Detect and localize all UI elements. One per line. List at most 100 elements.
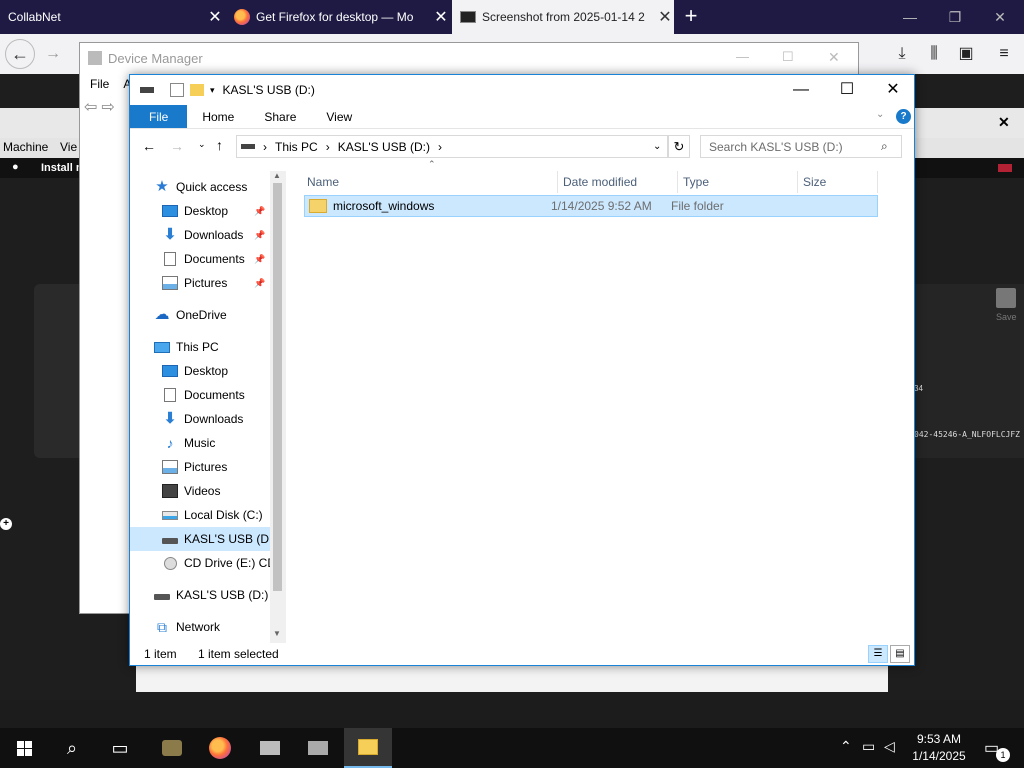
chevron-up-icon[interactable]: ⌃	[840, 738, 852, 755]
nav-item[interactable]: Local Disk (C:)	[130, 503, 270, 527]
chevron-down-icon[interactable]: ⌄	[653, 141, 661, 152]
browser-tab-bar: CollabNet ✕ Get Firefox for desktop — Mo…	[0, 0, 1024, 34]
ribbon-tab-share[interactable]: Share	[249, 105, 311, 128]
nav-item[interactable]: CD Drive (E:) CD	[130, 551, 276, 575]
chevron-up-icon[interactable]: ▲	[273, 171, 281, 180]
nav-item-label: Network	[176, 620, 221, 634]
scrollbar-thumb[interactable]	[273, 183, 282, 591]
browser-tab-active[interactable]: Screenshot from 2025-01-14 2 ✕	[452, 0, 674, 34]
new-tab-button[interactable]: +	[680, 4, 702, 30]
breadcrumb-usb[interactable]: KASL'S USB (D:)	[338, 140, 430, 154]
forward-icon[interactable]: ⇨	[101, 97, 114, 117]
up-arrow-icon[interactable]: ↑	[216, 137, 223, 153]
tray-time: 9:53 AM	[916, 732, 962, 746]
address-bar-row: ← → ⌄ ↑ › This PC › KASL'S USB (D:) › ⌄ …	[130, 131, 914, 163]
search-icon[interactable]: ⌕	[48, 728, 96, 768]
menu-icon[interactable]: ≡	[992, 42, 1016, 66]
refresh-button[interactable]: ↻	[668, 135, 690, 158]
breadcrumb-separator: ›	[438, 139, 443, 154]
file-explorer-window[interactable]: ▾ KASL'S USB (D:) — ☐ ✕ File Home Share …	[129, 74, 915, 666]
download-icon[interactable]: ⤓	[890, 42, 914, 66]
start-button[interactable]	[0, 728, 48, 768]
nav-item[interactable]: Documents	[130, 383, 270, 407]
nav-item[interactable]: ⬇ Downloads	[130, 407, 270, 431]
nav-item[interactable]: Documents 📌	[130, 247, 270, 271]
new-folder-icon[interactable]	[190, 84, 204, 96]
usb-app-icon[interactable]	[294, 728, 342, 768]
quick-access-toolbar: ▾	[130, 83, 215, 97]
nav-item[interactable]: Videos	[130, 479, 270, 503]
ribbon-tab-home[interactable]: Home	[187, 105, 249, 128]
restore-icon[interactable]: ❐	[943, 6, 967, 28]
back-icon[interactable]: ⇦	[84, 97, 97, 117]
nav-item[interactable]: KASL'S USB (D:)	[130, 527, 276, 551]
close-window-icon[interactable]: ✕	[988, 6, 1012, 28]
browser-tab[interactable]: CollabNet ✕	[0, 0, 224, 34]
breadcrumb-this-pc[interactable]: This PC	[275, 140, 318, 154]
address-bar[interactable]: › This PC › KASL'S USB (D:) › ⌄	[236, 135, 668, 158]
nav-item[interactable]: ⧉ Network	[130, 615, 270, 639]
menu-item-view[interactable]: Vie	[60, 140, 77, 154]
ribbon-tab-view[interactable]: View	[311, 105, 367, 128]
menu-item-file[interactable]: File	[90, 77, 109, 91]
maximize-icon[interactable]: ☐	[782, 49, 794, 65]
column-header-type[interactable]: Type	[678, 171, 798, 193]
file-row[interactable]: microsoft_windows 1/14/2025 9:52 AM File…	[304, 195, 878, 217]
close-icon[interactable]: ✕	[998, 114, 1010, 131]
close-icon[interactable]: ✕	[870, 75, 916, 105]
nav-item[interactable]: Pictures	[130, 455, 270, 479]
network-icon[interactable]: ▭	[862, 738, 875, 755]
forward-button[interactable]: →	[41, 42, 65, 66]
apple-icon[interactable]: ●	[12, 161, 19, 173]
column-header-size[interactable]: Size	[798, 171, 878, 193]
nav-item[interactable]: Desktop	[130, 359, 270, 383]
usb-app-icon[interactable]	[246, 728, 294, 768]
close-icon[interactable]: ✕	[656, 7, 674, 27]
plus-icon[interactable]: +	[0, 518, 12, 530]
file-type: File folder	[671, 199, 724, 213]
forward-icon[interactable]: →	[170, 138, 184, 154]
chevron-down-icon[interactable]: ▾	[210, 85, 215, 96]
nav-item[interactable]: ★ Quick access	[130, 175, 270, 199]
back-button[interactable]: ←	[5, 39, 35, 69]
minimize-icon[interactable]: —	[778, 75, 824, 105]
details-view-icon[interactable]: ☰	[868, 645, 888, 663]
chevron-down-icon[interactable]: ⌄	[198, 139, 206, 150]
save-label[interactable]: Save	[996, 312, 1017, 322]
large-icons-view-icon[interactable]: ▤	[890, 645, 910, 663]
chevron-down-icon[interactable]: ▼	[273, 629, 281, 638]
nav-item[interactable]: Desktop 📌	[130, 199, 270, 223]
column-header-date[interactable]: Date modified	[558, 171, 678, 193]
nav-item[interactable]: ☁ OneDrive	[130, 303, 270, 327]
firefox-icon[interactable]	[196, 728, 244, 768]
notification-badge: 1	[996, 748, 1010, 762]
maximize-icon[interactable]: ☐	[824, 75, 870, 105]
browser-tab[interactable]: Get Firefox for desktop — Mo ✕	[226, 0, 450, 34]
tab-title: Screenshot from 2025-01-14 2	[482, 10, 645, 24]
close-icon[interactable]: ✕	[432, 7, 450, 27]
close-icon[interactable]: ✕	[828, 49, 840, 66]
chevron-down-icon[interactable]: ⌄	[876, 109, 884, 120]
sidebar-icon[interactable]: ▣	[954, 42, 978, 66]
properties-icon[interactable]	[170, 83, 184, 97]
library-icon[interactable]: ⫼	[922, 42, 946, 66]
search-input[interactable]: Search KASL'S USB (D:) ⌕	[700, 135, 902, 158]
nav-item[interactable]: ♪ Music	[130, 431, 270, 455]
nav-item[interactable]: ⬇ Downloads 📌	[130, 223, 270, 247]
task-view-icon[interactable]: ▭	[96, 728, 144, 768]
app-icon[interactable]	[148, 728, 196, 768]
volume-icon[interactable]: ◁	[884, 738, 895, 755]
ribbon-tab-file[interactable]: File	[130, 105, 188, 128]
minimize-icon[interactable]: —	[898, 6, 922, 28]
nav-item[interactable]: KASL'S USB (D:)	[130, 583, 270, 607]
close-icon[interactable]: ✕	[206, 7, 224, 27]
minimize-icon[interactable]: —	[736, 49, 749, 64]
nav-item[interactable]: This PC	[130, 335, 270, 359]
file-explorer-icon[interactable]	[344, 728, 392, 768]
back-icon[interactable]: ←	[142, 138, 156, 154]
nav-item[interactable]: Pictures 📌	[130, 271, 270, 295]
help-icon[interactable]: ?	[896, 109, 911, 124]
menu-item-machine[interactable]: Machine	[3, 140, 48, 154]
column-header-name[interactable]: Name	[302, 171, 558, 193]
tray-clock[interactable]: 9:53 AM 1/14/2025	[906, 731, 972, 765]
